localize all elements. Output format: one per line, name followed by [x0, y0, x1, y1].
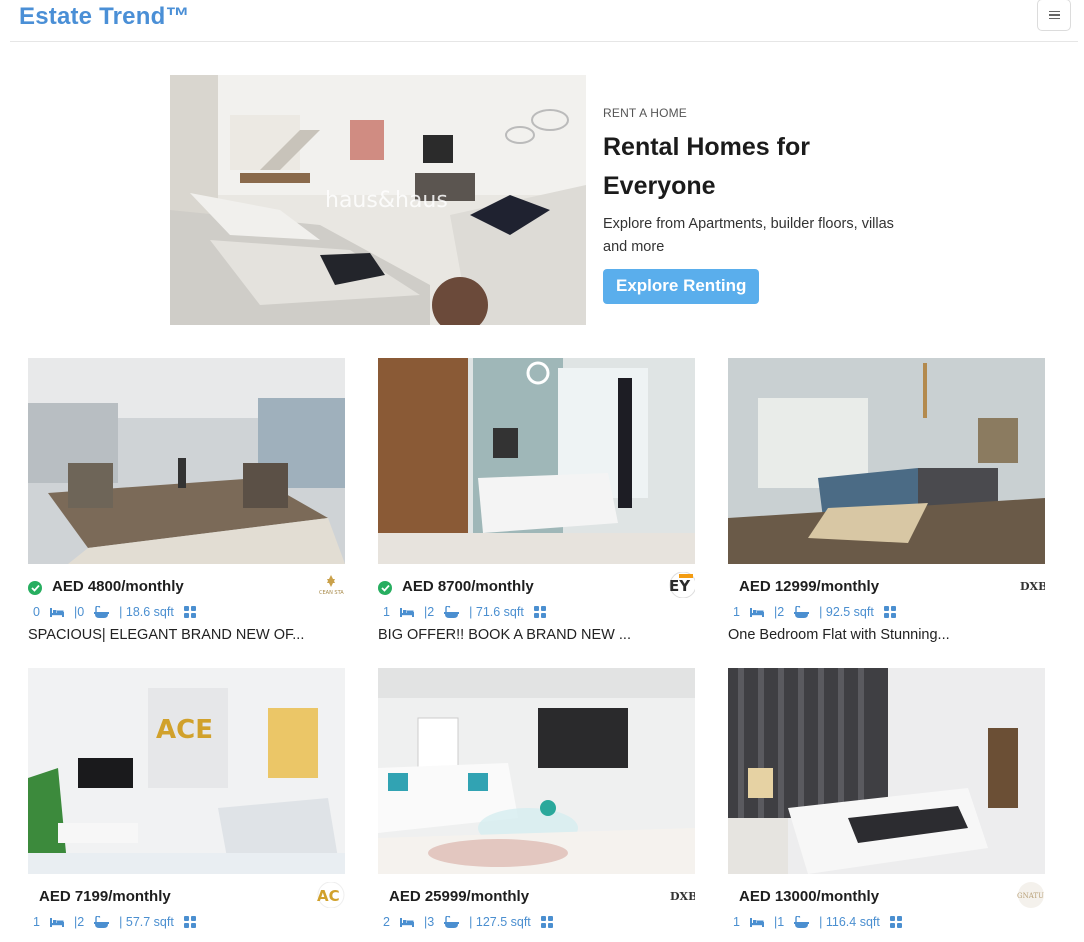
- area-grid-icon: [183, 916, 196, 928]
- area-value: | 127.5 sqft: [469, 915, 531, 929]
- area-value: | 116.4 sqft: [819, 915, 880, 929]
- svg-text:DXB: DXB: [1020, 580, 1045, 593]
- listing-photo[interactable]: [728, 358, 1045, 564]
- svg-text:EY: EY: [669, 577, 691, 595]
- agency-logo-icon: CEAN STA: [317, 572, 345, 598]
- bedroom-count: 1: [383, 605, 390, 619]
- listing-price-row: AED 13000/monthly GNATU: [728, 882, 1045, 913]
- bedroom-count: 1: [733, 605, 740, 619]
- svg-text:DXB: DXB: [670, 890, 695, 903]
- listing-stats: 2 |3 | 127.5 sqft: [378, 913, 695, 931]
- listing-stats: 0 |0 | 18.6 sqft: [28, 603, 345, 621]
- listing-card[interactable]: ACE AED 7199/monthly AC 1 |2 | 57.7 sqft: [28, 668, 345, 931]
- bathtub-icon: [794, 605, 810, 619]
- bed-icon: [399, 917, 414, 927]
- listing-card[interactable]: AED 25999/monthly DXB 2 |3 | 127.5 sqft: [378, 668, 695, 931]
- area-grid-icon: [889, 916, 902, 928]
- listing-title[interactable]: One Bedroom Flat with Stunning...: [728, 627, 1045, 643]
- bed-icon: [49, 607, 64, 617]
- bed-icon: [49, 917, 64, 927]
- agency-logo-icon: GNATU: [1017, 882, 1045, 908]
- bathtub-icon: [94, 915, 110, 929]
- listing-price: AED 4800/monthly: [52, 578, 184, 595]
- listing-card[interactable]: AED 4800/monthly CEAN STA 0 |0 | 18.6 sq…: [28, 358, 345, 643]
- svg-text:CEAN STA: CEAN STA: [319, 590, 344, 596]
- listing-title[interactable]: BIG OFFER!! BOOK A BRAND NEW ...: [378, 627, 695, 643]
- listing-price-row: AED 4800/monthly CEAN STA: [28, 575, 345, 603]
- agency-logo-icon: EY: [667, 572, 695, 598]
- explore-renting-button[interactable]: Explore Renting: [603, 269, 760, 304]
- bed-icon: [749, 917, 764, 927]
- listing-price: AED 25999/monthly: [389, 888, 530, 905]
- hero-image: haus&haus: [170, 75, 586, 325]
- hero-title-line2: Everyone: [603, 172, 716, 200]
- listing-photo[interactable]: [28, 358, 345, 564]
- listing-price: AED 12999/monthly: [739, 578, 880, 595]
- agency-logo-icon: AC: [317, 882, 345, 908]
- listing-price-row: AED 25999/monthly DXB: [378, 887, 695, 913]
- bedroom-count: 1: [33, 915, 40, 929]
- bathroom-count: |2: [423, 605, 435, 619]
- verified-check-icon: [378, 581, 392, 595]
- top-navbar: Estate Trend™: [10, 0, 1078, 42]
- area-value: | 57.7 sqft: [119, 915, 174, 929]
- svg-text:ACE: ACE: [156, 715, 213, 745]
- listing-stats: 1 |2 | 71.6 sqft: [378, 603, 695, 621]
- hamburger-icon: [1048, 11, 1060, 19]
- svg-text:AC: AC: [317, 887, 340, 905]
- listing-card[interactable]: AED 12999/monthly DXB 1 |2 | 92.5 sqft O…: [728, 358, 1045, 643]
- bathtub-icon: [444, 605, 460, 619]
- hero-eyebrow: RENT A HOME: [603, 106, 687, 120]
- listing-stats: 1 |2 | 92.5 sqft: [728, 603, 1045, 621]
- hero-description: Explore from Apartments, builder floors,…: [603, 216, 894, 255]
- menu-toggle-button[interactable]: [1037, 0, 1071, 31]
- hero-content: RENT A HOME Rental Homes for Everyone Ex…: [603, 106, 923, 304]
- listing-card[interactable]: AED 13000/monthly GNATU 1 |1 | 116.4 sqf…: [728, 668, 1045, 931]
- bedroom-count: 2: [383, 915, 390, 929]
- area-grid-icon: [533, 606, 546, 618]
- bathroom-count: |2: [73, 915, 85, 929]
- listing-price-row: AED 8700/monthly EY: [378, 572, 695, 603]
- listing-photo[interactable]: [728, 668, 1045, 874]
- bathroom-count: |0: [73, 605, 85, 619]
- area-grid-icon: [183, 606, 196, 618]
- listing-price: AED 8700/monthly: [402, 578, 534, 595]
- bed-icon: [399, 607, 414, 617]
- hero-title: Rental Homes for Everyone: [603, 128, 923, 206]
- listing-stats: 1 |2 | 57.7 sqft: [28, 913, 345, 931]
- listing-price-row: AED 7199/monthly AC: [28, 882, 345, 913]
- bathroom-count: |3: [423, 915, 435, 929]
- bathtub-icon: [444, 915, 460, 929]
- brand-logo[interactable]: Estate Trend™: [19, 3, 190, 31]
- bathtub-icon: [794, 915, 810, 929]
- agency-logo-icon: DXB: [1017, 572, 1045, 598]
- bathtub-icon: [94, 605, 110, 619]
- listing-card[interactable]: AED 8700/monthly EY 1 |2 | 71.6 sqft BIG…: [378, 358, 695, 643]
- listing-photo[interactable]: ACE: [28, 668, 345, 874]
- svg-text:GNATU: GNATU: [1017, 892, 1044, 900]
- listing-photo[interactable]: [378, 668, 695, 874]
- hero-title-line1: Rental Homes for: [603, 133, 810, 161]
- bed-icon: [749, 607, 764, 617]
- area-value: | 92.5 sqft: [819, 605, 874, 619]
- bedroom-count: 1: [733, 915, 740, 929]
- svg-text:haus&haus: haus&haus: [325, 188, 448, 213]
- bathroom-count: |1: [773, 915, 785, 929]
- agency-logo-icon: DXB: [667, 882, 695, 908]
- listing-stats: 1 |1 | 116.4 sqft: [728, 913, 1045, 931]
- verified-check-icon: [28, 581, 42, 595]
- listing-price: AED 7199/monthly: [39, 888, 171, 905]
- bathroom-count: |2: [773, 605, 785, 619]
- bedroom-count: 0: [33, 605, 40, 619]
- area-value: | 71.6 sqft: [469, 605, 524, 619]
- listing-price: AED 13000/monthly: [739, 888, 880, 905]
- listing-price-row: AED 12999/monthly DXB: [728, 577, 1045, 603]
- area-value: | 18.6 sqft: [119, 605, 174, 619]
- listing-photo[interactable]: [378, 358, 695, 564]
- area-grid-icon: [883, 606, 896, 618]
- listing-title[interactable]: SPACIOUS| ELEGANT BRAND NEW OF...: [28, 627, 345, 643]
- area-grid-icon: [540, 916, 553, 928]
